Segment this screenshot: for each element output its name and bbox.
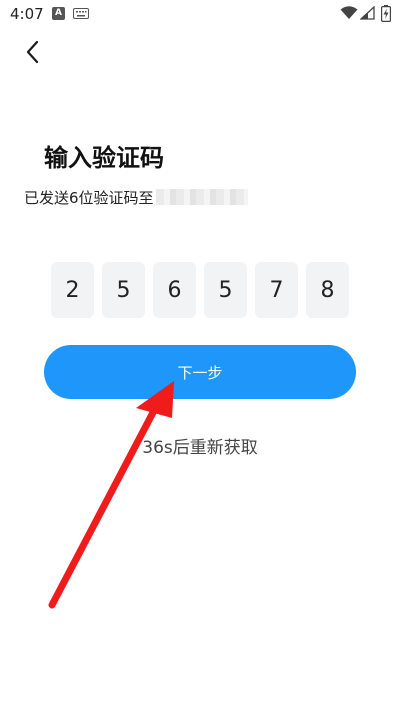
notification-a-icon: A (52, 7, 65, 20)
keyboard-icon (73, 8, 89, 19)
wifi-icon (340, 6, 358, 19)
verification-screen: 4:07 A 输入验证码 已发送6位验证码至 2 5 6 5 7 8 下一步 3… (0, 0, 400, 710)
next-step-button[interactable]: 下一步 (44, 345, 356, 399)
code-digit-box[interactable]: 6 (153, 262, 196, 318)
code-digit-box[interactable]: 5 (102, 262, 145, 318)
code-digit-box[interactable]: 5 (204, 262, 247, 318)
code-digit-box[interactable]: 8 (306, 262, 349, 318)
battery-charging-icon (381, 5, 391, 22)
masked-phone-number (155, 189, 248, 205)
page-title: 输入验证码 (44, 144, 164, 172)
signal-icon (360, 6, 375, 20)
back-icon[interactable] (20, 38, 48, 66)
resend-countdown: 36s后重新获取 (142, 438, 258, 458)
sent-notice: 已发送6位验证码至 (24, 188, 154, 207)
code-digit-box[interactable]: 2 (51, 262, 94, 318)
code-digit-box[interactable]: 7 (255, 262, 298, 318)
status-bar: 4:07 A (0, 0, 400, 28)
code-input-row[interactable]: 2 5 6 5 7 8 (51, 262, 349, 318)
status-time: 4:07 (10, 5, 44, 23)
subtitle-row: 已发送6位验证码至 (24, 187, 248, 207)
